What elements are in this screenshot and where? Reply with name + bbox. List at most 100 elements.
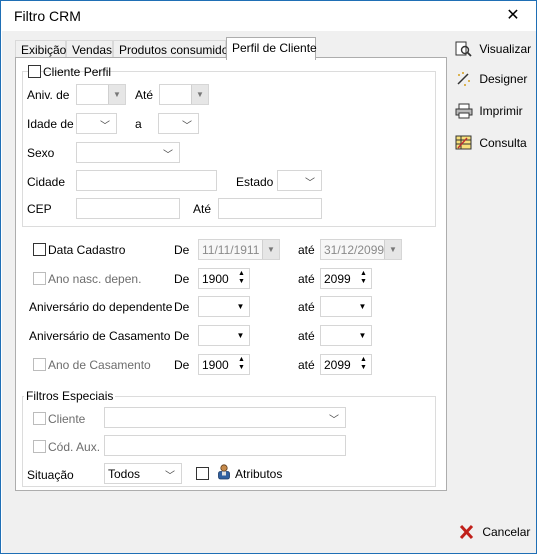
cep-to-field[interactable] — [218, 198, 322, 219]
perfil-cliente-panel: Cliente Perfil Aniv. de ▼ Até ▼ Idade de… — [15, 57, 447, 491]
cep-from-field[interactable] — [76, 198, 180, 219]
consulta-button[interactable]: Consulta — [455, 131, 527, 153]
title-bar: Filtro CRM ✕ — [1, 1, 536, 31]
data-cadastro-to-value: 31/12/2099 — [324, 243, 385, 257]
ano-nasc-from-spinner[interactable]: 1900 ▲ ▼ — [198, 268, 250, 289]
visualizar-button[interactable]: Visualizar — [455, 37, 531, 59]
aniv-dependente-to-combo[interactable]: ▼ — [320, 296, 372, 317]
spin-arrows-icon[interactable]: ▲ ▼ — [357, 356, 370, 373]
dropdown-arrow-icon[interactable]: ▼ — [232, 297, 249, 316]
dropdown-arrow-icon[interactable]: ▼ — [108, 85, 125, 104]
aniv-de-label: Aniv. de — [27, 88, 70, 102]
ano-casamento-from-spinner[interactable]: 1900 ▲ ▼ — [198, 354, 250, 375]
chevron-down-icon[interactable]: ﹀ — [163, 146, 173, 161]
ano-casamento-label: Ano de Casamento — [48, 358, 151, 372]
ano-nasc-checkbox[interactable] — [33, 272, 46, 285]
filtro-crm-window: Filtro CRM ✕ Exibição Vendas Produtos co… — [0, 0, 537, 554]
ano-casamento-checkbox[interactable] — [33, 358, 46, 371]
dropdown-arrow-icon[interactable]: ▼ — [354, 326, 371, 345]
tab-perfil-de-cliente[interactable]: Perfil de Cliente — [226, 37, 317, 60]
spin-arrows-icon[interactable]: ▲ ▼ — [235, 356, 248, 373]
consulta-table-icon — [455, 135, 472, 150]
cancel-x-icon — [459, 524, 474, 539]
spin-arrows-icon[interactable]: ▲ ▼ — [357, 270, 370, 287]
designer-button[interactable]: Designer — [455, 67, 527, 89]
ano-casamento-ate-label: até — [298, 358, 315, 372]
ano-nasc-ate-label: até — [298, 272, 315, 286]
cancelar-button[interactable]: Cancelar — [458, 520, 530, 542]
chevron-down-icon[interactable]: ﹀ — [305, 174, 315, 189]
aniv-de-combo[interactable]: ▼ — [76, 84, 126, 105]
data-cadastro-to-picker[interactable]: 31/12/2099 ▼ — [320, 239, 402, 260]
data-cadastro-label: Data Cadastro — [48, 243, 126, 257]
sexo-label: Sexo — [27, 146, 55, 160]
magnifier-icon — [455, 41, 472, 57]
designer-wand-icon — [457, 71, 470, 86]
dropdown-arrow-icon[interactable]: ▼ — [354, 297, 371, 316]
chevron-down-icon[interactable]: ﹀ — [165, 467, 175, 482]
aniv-casamento-from-combo[interactable]: ▼ — [198, 325, 250, 346]
ano-nasc-from-value: 1900 — [202, 272, 229, 286]
cod-aux-checkbox[interactable] — [33, 440, 46, 453]
consulta-label: Consulta — [479, 135, 527, 150]
cancelar-label: Cancelar — [482, 524, 531, 539]
aniv-casamento-to-combo[interactable]: ▼ — [320, 325, 372, 346]
aniv-casamento-de-label: De — [174, 329, 190, 343]
cliente-label: Cliente — [48, 412, 86, 426]
person-icon — [218, 464, 230, 480]
situacao-label: Situação — [27, 468, 74, 482]
dropdown-arrow-icon[interactable]: ▼ — [262, 240, 279, 259]
cliente-perfil-label: Cliente Perfil — [43, 65, 112, 79]
ano-nasc-label: Ano nasc. depen. — [48, 272, 142, 286]
ano-nasc-to-spinner[interactable]: 2099 ▲ ▼ — [320, 268, 372, 289]
imprimir-label: Imprimir — [479, 103, 523, 118]
ano-casamento-from-value: 1900 — [202, 358, 229, 372]
window-title: Filtro CRM — [14, 8, 81, 24]
spin-arrows-icon[interactable]: ▲ ▼ — [235, 270, 248, 287]
situacao-combo[interactable]: Todos ﹀ — [104, 463, 182, 484]
dropdown-arrow-icon[interactable]: ▼ — [191, 85, 208, 104]
atributos-checkbox[interactable] — [196, 467, 209, 480]
aniv-dependente-label: Aniversário do dependente — [29, 300, 173, 314]
ano-nasc-de-label: De — [174, 272, 190, 286]
atributos-label: Atributos — [235, 467, 283, 481]
chevron-down-icon[interactable]: ﹀ — [329, 411, 339, 426]
aniv-dependente-ate-label: até — [298, 300, 315, 314]
visualizar-label: Visualizar — [479, 41, 532, 56]
imprimir-button[interactable]: Imprimir — [455, 99, 523, 121]
idade-de-combo[interactable]: ﹀ — [76, 113, 117, 134]
ano-casamento-to-spinner[interactable]: 2099 ▲ ▼ — [320, 354, 372, 375]
estado-combo[interactable]: ﹀ — [277, 170, 322, 191]
cliente-checkbox[interactable] — [33, 412, 46, 425]
estado-label: Estado — [236, 175, 274, 189]
data-cadastro-from-value: 11/11/1911 — [202, 243, 260, 257]
dialog-body: Exibição Vendas Produtos consumidos Perf… — [2, 31, 536, 553]
idade-a-label: a — [135, 117, 142, 131]
sexo-combo[interactable]: ﹀ — [76, 142, 180, 163]
idade-ate-combo[interactable]: ﹀ — [158, 113, 199, 134]
aniv-dependente-from-combo[interactable]: ▼ — [198, 296, 250, 317]
cep-ate-label: Até — [193, 202, 212, 216]
aniv-casamento-label: Aniversário de Casamento — [29, 329, 171, 343]
cliente-perfil-checkbox[interactable] — [28, 65, 41, 78]
printer-icon — [455, 103, 473, 119]
data-cadastro-de-label: De — [174, 243, 190, 257]
idade-de-label: Idade de — [27, 117, 74, 131]
chevron-down-icon[interactable]: ﹀ — [100, 117, 110, 132]
cidade-field[interactable] — [76, 170, 217, 191]
chevron-down-icon[interactable]: ﹀ — [182, 117, 192, 132]
dropdown-arrow-icon[interactable]: ▼ — [232, 326, 249, 345]
aniv-ate-combo[interactable]: ▼ — [159, 84, 209, 105]
data-cadastro-ate-label: até — [298, 243, 315, 257]
aniv-ate-label: Até — [135, 88, 154, 102]
cidade-label: Cidade — [27, 175, 66, 189]
designer-label: Designer — [479, 71, 528, 86]
data-cadastro-from-picker[interactable]: 11/11/1911 ▼ — [198, 239, 280, 260]
data-cadastro-checkbox[interactable] — [33, 243, 46, 256]
filtros-especiais-label: Filtros Especiais — [24, 389, 116, 403]
ano-casamento-to-value: 2099 — [324, 358, 351, 372]
cod-aux-field[interactable] — [104, 435, 346, 456]
cliente-combo[interactable]: ﹀ — [104, 407, 346, 428]
dropdown-arrow-icon[interactable]: ▼ — [384, 240, 401, 259]
close-button[interactable]: ✕ — [490, 2, 536, 30]
